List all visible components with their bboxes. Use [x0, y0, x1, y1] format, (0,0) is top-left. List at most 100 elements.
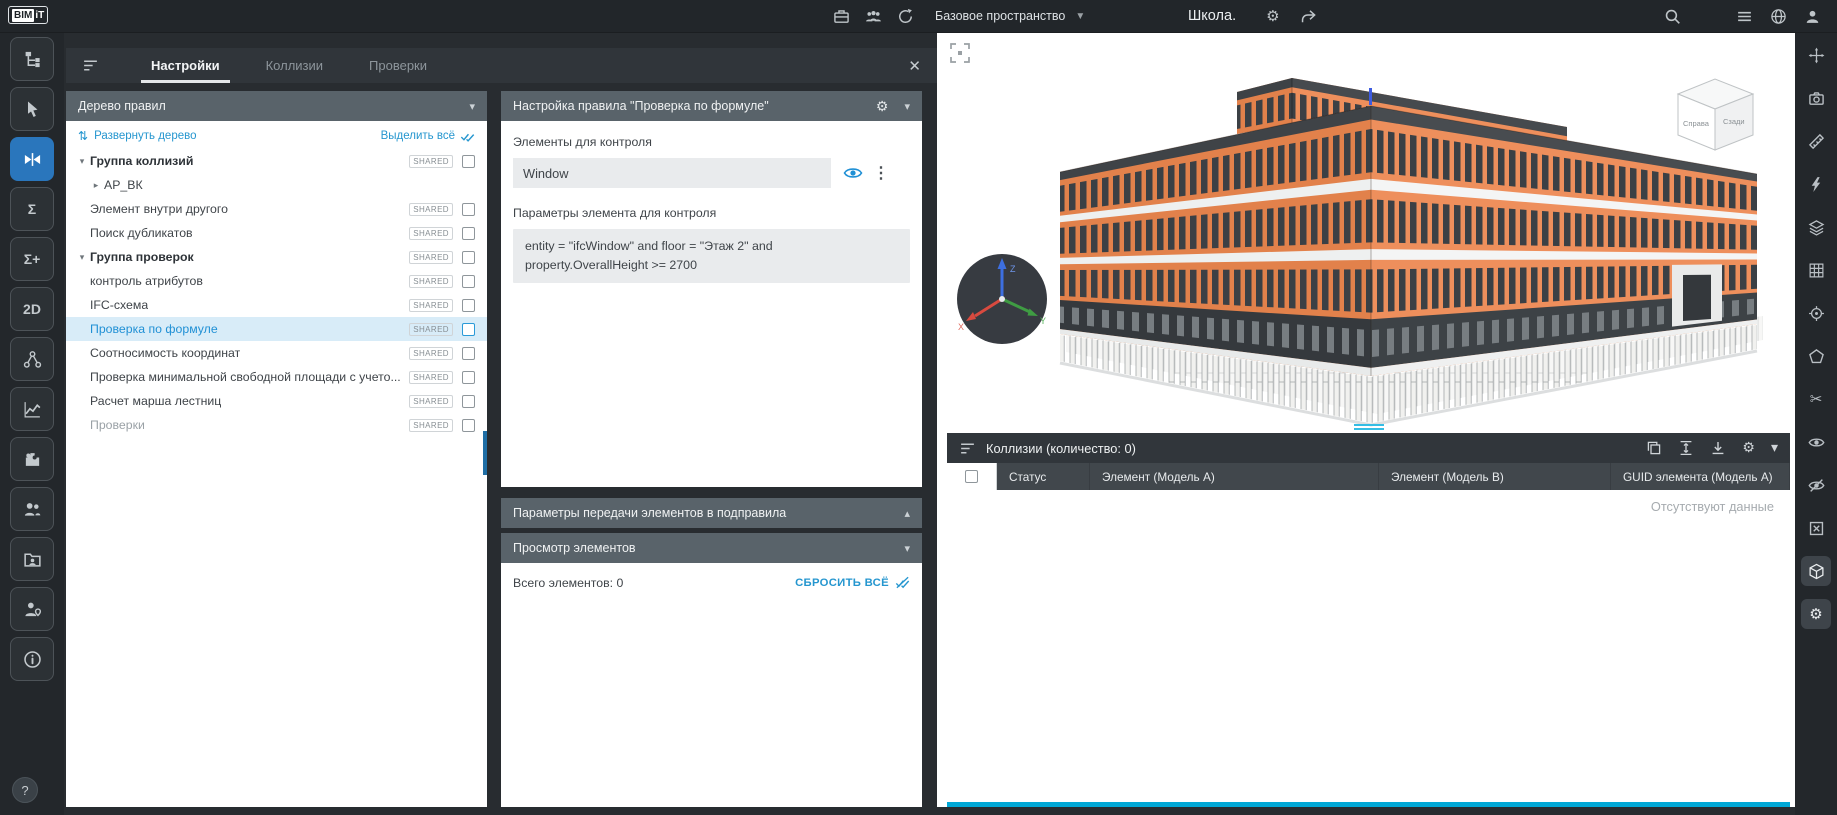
chevron-down-icon[interactable]: ▾: [904, 542, 910, 555]
sum-icon[interactable]: Σ: [10, 187, 54, 231]
chevron-down-icon[interactable]: ▼: [1075, 11, 1085, 22]
kebab-menu-icon[interactable]: ⋮: [873, 163, 887, 183]
2d-view-icon[interactable]: 2D: [10, 287, 54, 331]
tree-item-checkbox[interactable]: [462, 395, 475, 408]
tree-item[interactable]: Проверка по формулеSHARED: [66, 317, 487, 341]
tree-caret-icon[interactable]: ▾: [74, 156, 90, 167]
viewer-settings-icon[interactable]: ⚙: [1801, 599, 1831, 629]
navigation-cube[interactable]: Справа Сзади: [1678, 79, 1753, 150]
tree-item-checkbox[interactable]: [462, 371, 475, 384]
share-icon[interactable]: [1300, 8, 1317, 25]
project-settings-icon[interactable]: ⚙: [1266, 7, 1279, 25]
hide-icon[interactable]: [1801, 470, 1831, 500]
tree-item-checkbox[interactable]: [462, 323, 475, 336]
globe-icon[interactable]: [1770, 8, 1787, 25]
select-all-link[interactable]: Выделить всё: [381, 129, 475, 144]
tree-item[interactable]: IFC-схемаSHARED: [66, 293, 487, 317]
cube-left-face-label[interactable]: Справа: [1683, 119, 1710, 128]
expand-tree-icon[interactable]: ⇅: [78, 129, 88, 143]
column-header[interactable]: Элемент (Модель B): [1379, 463, 1611, 490]
tree-caret-icon[interactable]: ▸: [88, 180, 104, 191]
structure-icon[interactable]: [10, 337, 54, 381]
visibility-toggle[interactable]: [843, 163, 863, 183]
scrollbar-thumb[interactable]: [483, 431, 487, 475]
grid-icon[interactable]: [1801, 255, 1831, 285]
column-header[interactable]: GUID элемента (Модель A): [1611, 463, 1790, 490]
select-icon[interactable]: [10, 87, 54, 131]
tree-item[interactable]: ▾Группа коллизийSHARED: [66, 149, 487, 173]
clear-selection-icon[interactable]: [1801, 513, 1831, 543]
collapse-panel-icon[interactable]: ▾: [1771, 439, 1778, 457]
collision-check-icon[interactable]: [10, 137, 54, 181]
table-settings-icon[interactable]: ⚙: [1742, 439, 1755, 457]
export-icon[interactable]: [1710, 440, 1726, 456]
building-model[interactable]: [1060, 88, 1763, 425]
select-all-checkbox[interactable]: [965, 470, 978, 483]
search-icon[interactable]: [1664, 8, 1681, 25]
cube-view-icon[interactable]: [1801, 556, 1831, 586]
subrules-header[interactable]: Параметры передачи элементов в подправил…: [501, 498, 922, 528]
pan-icon[interactable]: [1801, 40, 1831, 70]
chevron-down-icon[interactable]: ▾: [469, 100, 475, 113]
sync-icon[interactable]: [897, 8, 914, 25]
rule-settings-header[interactable]: Настройка правила "Проверка по формуле" …: [501, 91, 922, 121]
tree-item[interactable]: Поиск дубликатовSHARED: [66, 221, 487, 245]
app-logo[interactable]: BIM iT: [8, 6, 48, 24]
tree-item[interactable]: контроль атрибутовSHARED: [66, 269, 487, 293]
team-icon[interactable]: [865, 8, 882, 25]
workspace-selector[interactable]: Базовое пространство: [935, 9, 1065, 23]
tree-item[interactable]: Проверка минимальной свободной площади с…: [66, 365, 487, 389]
axis-gizmo[interactable]: Z X Y: [957, 254, 1047, 344]
fit-view-icon[interactable]: [951, 44, 969, 62]
model-tree-icon[interactable]: [10, 37, 54, 81]
tree-item-checkbox[interactable]: [462, 275, 475, 288]
sum-add-icon[interactable]: Σ+: [10, 237, 54, 281]
tree-item[interactable]: ПроверкиSHARED: [66, 413, 487, 437]
area-icon[interactable]: [1801, 341, 1831, 371]
tree-item-checkbox[interactable]: [462, 155, 475, 168]
chevron-down-icon[interactable]: ▾: [904, 100, 910, 113]
tree-caret-icon[interactable]: ▾: [74, 252, 90, 263]
tree-item[interactable]: ▸АР_ВК: [66, 173, 487, 197]
tree-item-checkbox[interactable]: [462, 227, 475, 240]
tree-item-checkbox[interactable]: [462, 419, 475, 432]
tab[interactable]: Коллизии: [250, 48, 339, 83]
help-button[interactable]: ?: [12, 777, 38, 803]
cube-right-face-label[interactable]: Сзади: [1723, 117, 1745, 126]
analytics-icon[interactable]: [10, 387, 54, 431]
column-header[interactable]: Элемент (Модель A): [1090, 463, 1379, 490]
rule-gear-icon[interactable]: ⚙: [876, 98, 889, 115]
column-header[interactable]: Статус: [997, 463, 1090, 490]
tree-item-checkbox[interactable]: [462, 203, 475, 216]
layers-icon[interactable]: [1801, 212, 1831, 242]
plugins-icon[interactable]: [10, 437, 54, 481]
elements-input[interactable]: [513, 158, 831, 188]
info-icon[interactable]: [10, 637, 54, 681]
rules-tree-header[interactable]: Дерево правил ▾: [66, 91, 487, 121]
projects-icon[interactable]: [833, 8, 850, 25]
tree-item-checkbox[interactable]: [462, 251, 475, 264]
formula-editor[interactable]: entity = "ifcWindow" and floor = "Этаж 2…: [513, 229, 910, 283]
tree-item[interactable]: Элемент внутри другогоSHARED: [66, 197, 487, 221]
tree-item[interactable]: Соотносимость координатSHARED: [66, 341, 487, 365]
user-location-icon[interactable]: [10, 587, 54, 631]
tree-item-checkbox[interactable]: [462, 347, 475, 360]
menu-icon[interactable]: [1736, 8, 1753, 25]
copy-icon[interactable]: [1646, 440, 1662, 456]
panel-menu-icon[interactable]: [82, 57, 99, 74]
chevron-up-icon[interactable]: ▴: [904, 507, 910, 520]
user-avatar-icon[interactable]: [1804, 8, 1821, 25]
tab[interactable]: Настройки: [135, 48, 236, 83]
preview-header[interactable]: Просмотр элементов ▾: [501, 533, 922, 563]
tree-item[interactable]: Расчет марша лестницSHARED: [66, 389, 487, 413]
snapshot-icon[interactable]: [1801, 83, 1831, 113]
focus-icon[interactable]: [1801, 298, 1831, 328]
section-icon[interactable]: [1801, 169, 1831, 199]
reset-all-link[interactable]: СБРОСИТЬ ВСЁ: [795, 575, 910, 590]
shared-folder-icon[interactable]: [10, 537, 54, 581]
collisions-menu-icon[interactable]: [959, 440, 976, 457]
tree-item[interactable]: ▾Группа проверокSHARED: [66, 245, 487, 269]
expand-tree-link[interactable]: Развернуть дерево: [94, 130, 196, 142]
measure-icon[interactable]: [1801, 126, 1831, 156]
fit-rows-icon[interactable]: [1678, 440, 1694, 456]
